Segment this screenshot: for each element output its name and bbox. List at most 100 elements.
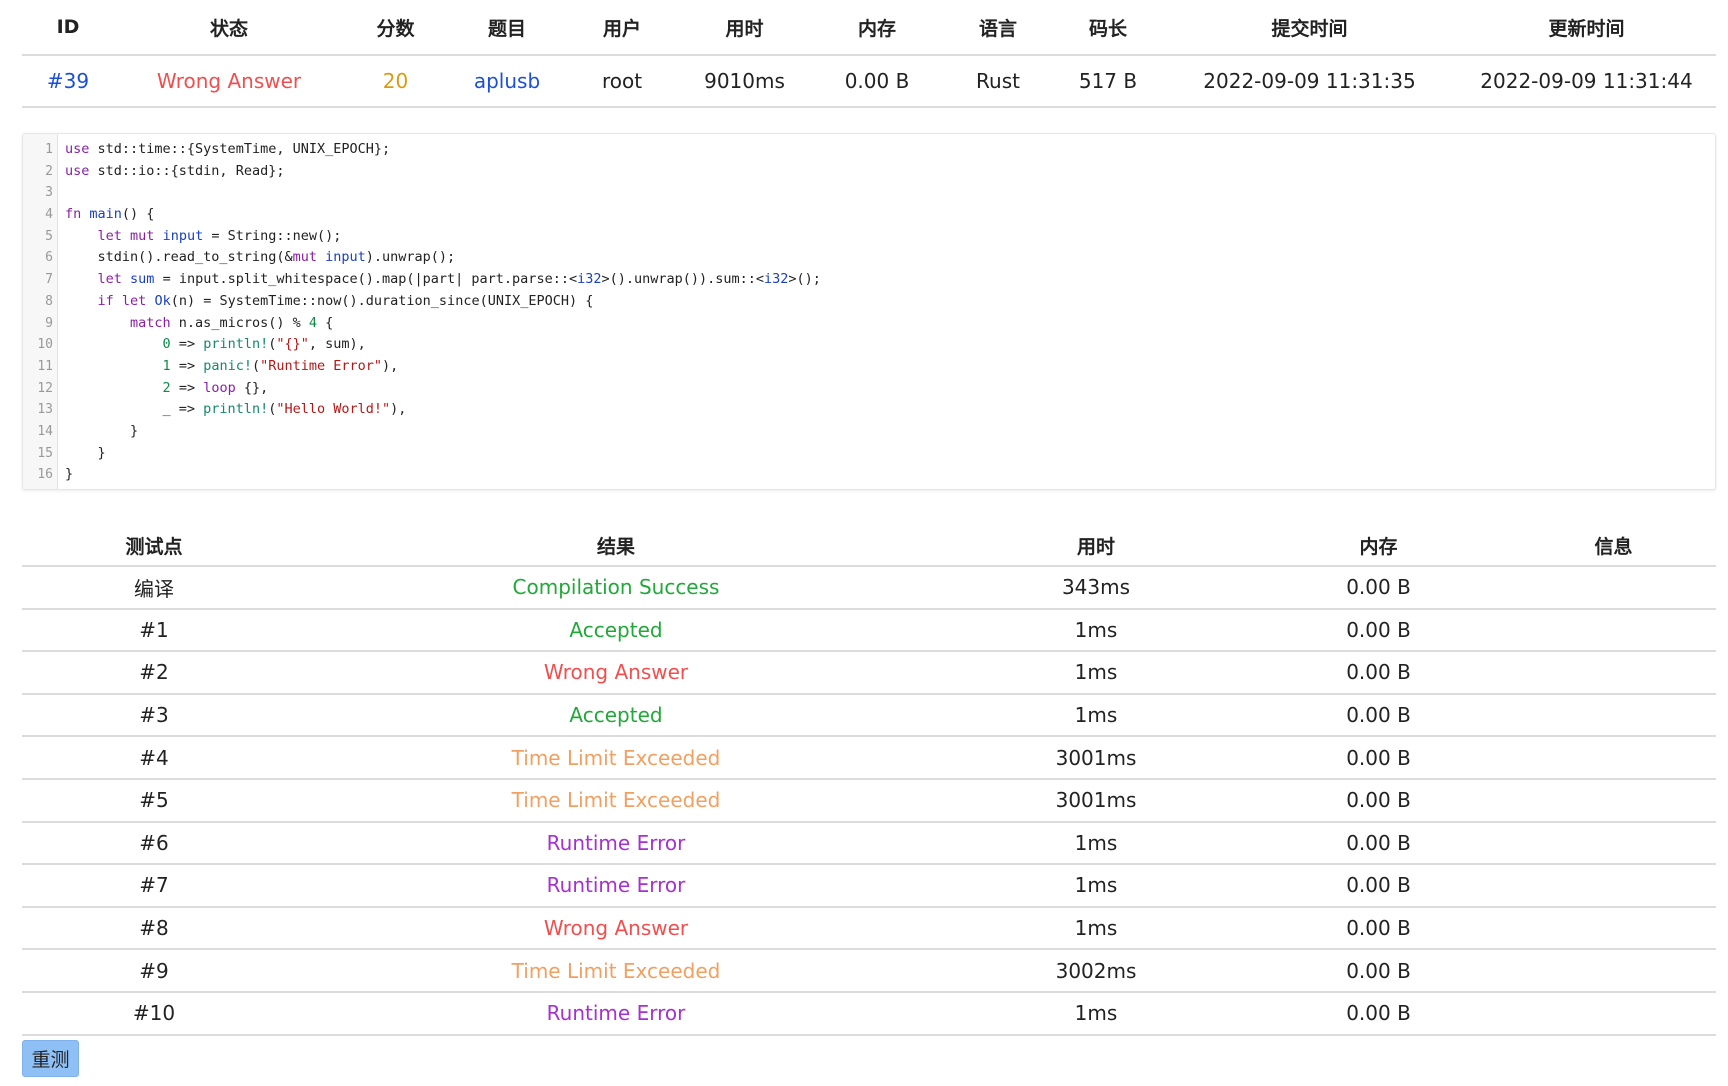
submission-submit-time: 2022-09-09 11:31:35 [1162,55,1457,108]
code-line: 3 [23,182,1715,204]
test-memory: 0.00 B [1246,864,1511,908]
test-row: #7 Runtime Error 1ms 0.00 B [22,864,1716,908]
test-point-name: #10 [22,991,286,1036]
test-result: Runtime Error [286,991,946,1036]
test-time: 1ms [946,608,1246,653]
line-number: 11 [37,358,53,374]
test-row: 编译 Compilation Success 343ms 0.00 B [22,566,1716,610]
code-line: 7 let sum = input.split_whitespace().map… [23,269,1715,291]
submission-language: Rust [942,55,1054,108]
code-text: match n.as_micros() % 4 { [130,314,334,331]
test-info [1511,864,1716,908]
line-number: 13 [37,402,53,418]
submission-code-length: 517 B [1054,55,1162,108]
code-line: 16} [23,464,1715,486]
test-row: #5 Time Limit Exceeded 3001ms 0.00 B [22,778,1716,823]
line-number: 7 [45,272,53,288]
test-time: 1ms [946,821,1246,866]
code-text: fn main() { [65,206,155,223]
header-user: 用户 [567,0,677,56]
test-memory: 0.00 B [1246,991,1511,1036]
test-result: Wrong Answer [286,651,946,695]
line-number: 12 [37,380,53,396]
header-memory: 内存 [812,0,942,56]
test-result: Wrong Answer [286,906,946,951]
submission-id-link[interactable]: #39 [47,69,89,93]
code-line: 13 _ => println!("Hello World!"), [23,399,1715,421]
line-number: 1 [45,142,53,157]
test-time: 1ms [946,651,1246,695]
code-text: let sum = input.split_whitespace().map(|… [97,271,821,288]
test-row: #2 Wrong Answer 1ms 0.00 B [22,651,1716,695]
test-result: Time Limit Exceeded [286,949,946,993]
test-time: 1ms [946,991,1246,1036]
test-point-name: #8 [22,906,286,951]
header-result: 结果 [286,525,946,567]
test-memory: 0.00 B [1246,608,1511,653]
test-time: 3001ms [946,736,1246,780]
test-info [1511,906,1716,951]
line-number: 3 [45,185,53,201]
code-line: 12 2 => loop {}, [23,378,1715,400]
line-number: 15 [37,445,53,461]
test-info [1511,608,1716,653]
header-id: ID [22,0,114,56]
test-point-rows: 编译 Compilation Success 343ms 0.00 B #1 Accept… [22,566,1716,1036]
code-lines: 1 use std::time::{SystemTime, UNIX_EPOCH}… [23,139,1715,486]
submission-row: #39 Wrong Answer 20 aplusb root 9010ms 0… [22,55,1716,108]
test-row: #3 Accepted 1ms 0.00 B [22,693,1716,738]
test-result: Accepted [286,608,946,653]
test-row: #4 Time Limit Exceeded 3001ms 0.00 B [22,736,1716,780]
submission-score: 20 [344,55,447,108]
header-problem: 题目 [447,0,567,56]
submission-problem-cell: aplusb [447,55,567,108]
test-row: #10 Runtime Error 1ms 0.00 B [22,991,1716,1036]
rejudge-button[interactable]: 重测 [22,1040,79,1077]
submission-table: ID 状态 分数 题目 用户 用时 内存 语言 码长 提交时间 更新时间 #39… [22,0,1716,108]
code-text: if let Ok(n) = SystemTime::now().duratio… [97,292,594,309]
line-number: 5 [45,228,53,244]
test-time: 1ms [946,864,1246,908]
test-point-name: #6 [22,821,286,866]
test-header-row: 测试点 结果 用时 内存 信息 [22,525,1716,567]
test-point-name: #2 [22,651,286,695]
submission-time: 9010ms [677,55,812,108]
test-row: #9 Time Limit Exceeded 3002ms 0.00 B [22,949,1716,993]
line-number: 4 [45,207,53,223]
test-memory: 0.00 B [1246,693,1511,738]
code-text: 0 => println!("{}", sum), [162,336,366,353]
code-line: 6 stdin().read_to_string(&mut input).unw… [23,247,1715,269]
header-test-point: 测试点 [22,525,286,567]
problem-link[interactable]: aplusb [474,69,540,93]
test-info [1511,736,1716,780]
code-line: 15 } [23,443,1715,465]
test-info [1511,651,1716,695]
header-test-time: 用时 [946,525,1246,567]
test-info [1511,821,1716,866]
code-text: _ => println!("Hello World!"), [65,401,407,418]
code-text: use std::time::{SystemTime, UNIX_EPOCH}; [65,141,391,157]
test-memory: 0.00 B [1246,821,1511,866]
test-time: 343ms [946,566,1246,610]
source-code-viewer[interactable]: 1 use std::time::{SystemTime, UNIX_EPOCH}… [22,133,1716,490]
code-line: 8 if let Ok(n) = SystemTime::now().durat… [23,291,1715,313]
code-text: 1 => panic!("Runtime Error"), [162,357,399,374]
code-text: stdin().read_to_string(&mut input).unwra… [65,249,456,266]
test-time: 3001ms [946,778,1246,823]
test-info [1511,991,1716,1036]
test-result: Time Limit Exceeded [286,736,946,780]
line-number: 16 [37,467,53,483]
code-line: 2 use std::io::{stdin, Read}; [23,161,1715,183]
test-point-name: #4 [22,736,286,780]
submission-memory: 0.00 B [812,55,942,108]
code-text: let mut input = String::new(); [97,227,342,244]
test-point-name: #7 [22,864,286,908]
code-line: 5 let mut input = String::new(); [23,226,1715,248]
header-submit-time: 提交时间 [1162,0,1457,56]
test-memory: 0.00 B [1246,906,1511,951]
code-text: use std::io::{stdin, Read}; [65,162,285,179]
code-line: 9 match n.as_micros() % 4 { [23,313,1715,335]
code-text: } [65,444,106,461]
code-line: 14 } [23,421,1715,443]
code-text: } [65,422,139,439]
